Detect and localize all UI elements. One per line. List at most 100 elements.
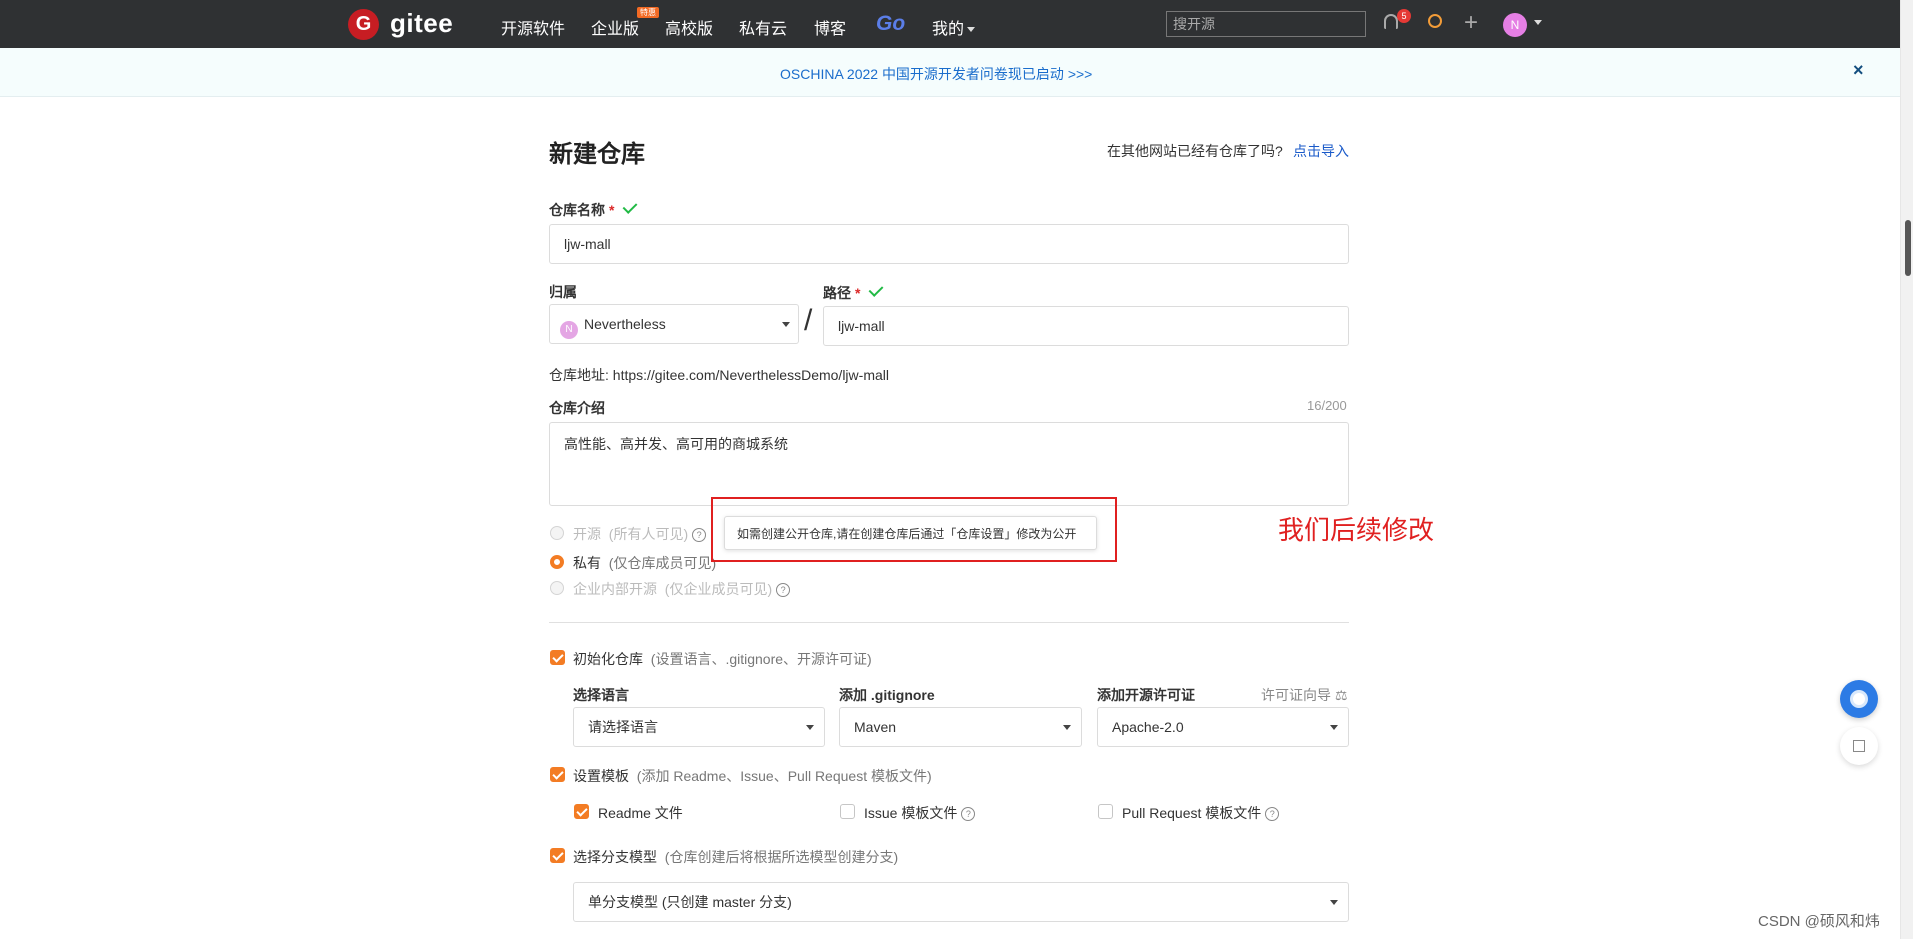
init-repo-desc: (设置语言、.gitignore、开源许可证) — [650, 651, 872, 667]
annotation-highlight-box — [711, 497, 1117, 562]
intro-label: 仓库介绍 — [549, 400, 605, 416]
license-select-value: Apache-2.0 — [1112, 719, 1184, 735]
readme-label[interactable]: Readme 文件 — [598, 803, 683, 823]
branch-model-select-value: 单分支模型 (只创建 master 分支) — [588, 894, 792, 910]
help-icon[interactable]: ? — [692, 528, 707, 542]
repo-name-input[interactable]: ljw-mall — [549, 224, 1349, 264]
language-select[interactable]: 请选择语言 — [573, 707, 825, 747]
bulb-icon[interactable] — [1428, 14, 1442, 28]
private-label: 私有 — [573, 555, 601, 571]
private-radio[interactable] — [550, 555, 564, 569]
close-icon[interactable]: × — [1853, 60, 1864, 81]
help-icon[interactable]: ? — [776, 583, 791, 597]
public-desc: (所有人可见) — [608, 526, 689, 542]
license-guide-link[interactable]: 许可证向导 ⚖ — [1261, 685, 1347, 705]
nav-item-education[interactable]: 高校版 — [665, 15, 713, 39]
license-label: 添加开源许可证 — [1097, 687, 1195, 703]
help-icon[interactable]: ? — [961, 807, 976, 821]
branch-model-desc: (仓库创建后将根据所选模型创建分支) — [664, 849, 899, 865]
repo-url: 仓库地址: https://gitee.com/NeverthelessDemo… — [549, 365, 889, 385]
gitee-logo-text[interactable]: gitee — [390, 8, 453, 39]
readme-checkbox[interactable] — [574, 804, 589, 819]
internal-desc: (仅企业成员可见) — [664, 581, 773, 597]
internal-option-label[interactable]: 企业内部开源 (仅企业成员可见)? — [573, 579, 791, 599]
license-select[interactable]: Apache-2.0 — [1097, 707, 1349, 747]
issue-template-checkbox[interactable] — [840, 804, 855, 819]
nav-item-blog[interactable]: 博客 — [814, 15, 846, 39]
branch-model-select[interactable]: 单分支模型 (只创建 master 分支) — [573, 882, 1349, 922]
init-repo-label-text: 初始化仓库 — [573, 651, 643, 667]
branch-model-label[interactable]: 选择分支模型 (仓库创建后将根据所选模型创建分支) — [573, 847, 898, 867]
language-select-value: 请选择语言 — [588, 719, 658, 735]
check-icon — [869, 282, 884, 297]
public-option-label[interactable]: 开源 (所有人可见)? — [573, 524, 707, 544]
init-repo-checkbox[interactable] — [550, 650, 565, 665]
issue-template-text: Issue 模板文件 — [864, 805, 958, 821]
repo-url-value: https://gitee.com/NeverthelessDemo/ljw-m… — [612, 367, 889, 383]
repo-name-label-text: 仓库名称 — [549, 202, 605, 218]
chevron-down-icon — [967, 27, 976, 33]
path-label: 路径 * — [823, 282, 884, 303]
nav-item-enterprise[interactable]: 企业版 — [591, 15, 639, 39]
init-repo-label[interactable]: 初始化仓库 (设置语言、.gitignore、开源许可证) — [573, 649, 872, 669]
user-avatar[interactable]: N — [1503, 13, 1527, 37]
owner-select-value: Nevertheless — [584, 316, 666, 332]
issue-template-label[interactable]: Issue 模板文件? — [864, 803, 976, 823]
pr-template-label[interactable]: Pull Request 模板文件? — [1122, 803, 1280, 823]
public-label: 开源 — [573, 526, 601, 542]
gitignore-select-value: Maven — [854, 719, 897, 735]
gitignore-select[interactable]: Maven — [839, 707, 1082, 747]
license-guide-text: 许可证向导 — [1261, 687, 1331, 703]
branch-model-label-text: 选择分支模型 — [573, 849, 657, 865]
page-scrollbar[interactable] — [1900, 0, 1913, 939]
owner-avatar: N — [560, 321, 578, 339]
import-link[interactable]: 点击导入 — [1293, 141, 1349, 161]
search-input[interactable]: 搜开源 — [1166, 11, 1366, 37]
scale-icon: ⚖ — [1334, 687, 1348, 703]
branch-model-checkbox[interactable] — [550, 848, 565, 863]
internal-radio[interactable] — [550, 581, 564, 595]
internal-label: 企业内部开源 — [573, 581, 657, 597]
chevron-down-icon — [1330, 725, 1338, 730]
gitee-logo-icon[interactable]: G — [348, 9, 379, 40]
owner-select[interactable]: N Nevertheless — [549, 304, 799, 344]
nav-item-private-cloud[interactable]: 私有云 — [739, 15, 787, 39]
chevron-down-icon — [1063, 725, 1071, 730]
path-input[interactable]: ljw-mall — [823, 306, 1349, 346]
nav-item-open-source[interactable]: 开源软件 — [501, 15, 565, 39]
scrollbar-thumb[interactable] — [1905, 220, 1911, 276]
private-desc: (仅仓库成员可见) — [608, 555, 717, 571]
notification-count-badge: 5 — [1397, 9, 1411, 23]
edit-icon — [1853, 740, 1865, 752]
private-option-label[interactable]: 私有 (仅仓库成员可见) — [573, 553, 716, 573]
public-radio[interactable] — [550, 526, 564, 540]
go-link[interactable]: Go — [876, 12, 905, 36]
gitignore-label: 添加 .gitignore — [839, 687, 935, 703]
enterprise-promo-badge: 特惠 — [637, 7, 659, 18]
check-icon — [623, 199, 638, 214]
template-checkbox[interactable] — [550, 767, 565, 782]
banner-link[interactable]: OSCHINA 2022 中国开源开发者问卷现已启动 >>> — [780, 64, 1092, 84]
template-label[interactable]: 设置模板 (添加 Readme、Issue、Pull Request 模板文件) — [573, 766, 932, 786]
pr-template-checkbox[interactable] — [1098, 804, 1113, 819]
page-title: 新建仓库 — [549, 141, 645, 168]
template-label-text: 设置模板 — [573, 768, 629, 784]
section-divider — [549, 622, 1349, 623]
nav-item-mine[interactable]: 我的 — [932, 15, 976, 39]
owner-label: 归属 — [549, 284, 577, 300]
help-icon[interactable]: ? — [1265, 807, 1280, 821]
required-mark: * — [609, 202, 615, 218]
repo-name-label: 仓库名称 * — [549, 199, 638, 220]
chevron-down-icon[interactable] — [1534, 20, 1542, 25]
intro-char-counter: 16/200 — [1307, 398, 1347, 413]
csdn-watermark: CSDN @硕风和炜 — [1758, 913, 1880, 930]
repo-url-label: 仓库地址: — [549, 367, 609, 383]
plus-icon[interactable]: + — [1464, 9, 1478, 37]
nav-mine-label: 我的 — [932, 21, 965, 38]
chevron-down-icon — [1330, 900, 1338, 905]
bell-icon[interactable] — [1384, 14, 1398, 29]
required-mark: * — [855, 285, 861, 301]
intro-textarea[interactable]: 高性能、高并发、高可用的商城系统 — [549, 422, 1349, 506]
import-question: 在其他网站已经有仓库了吗? — [1107, 143, 1283, 159]
annotation-text: 我们后续修改 — [1278, 515, 1435, 545]
